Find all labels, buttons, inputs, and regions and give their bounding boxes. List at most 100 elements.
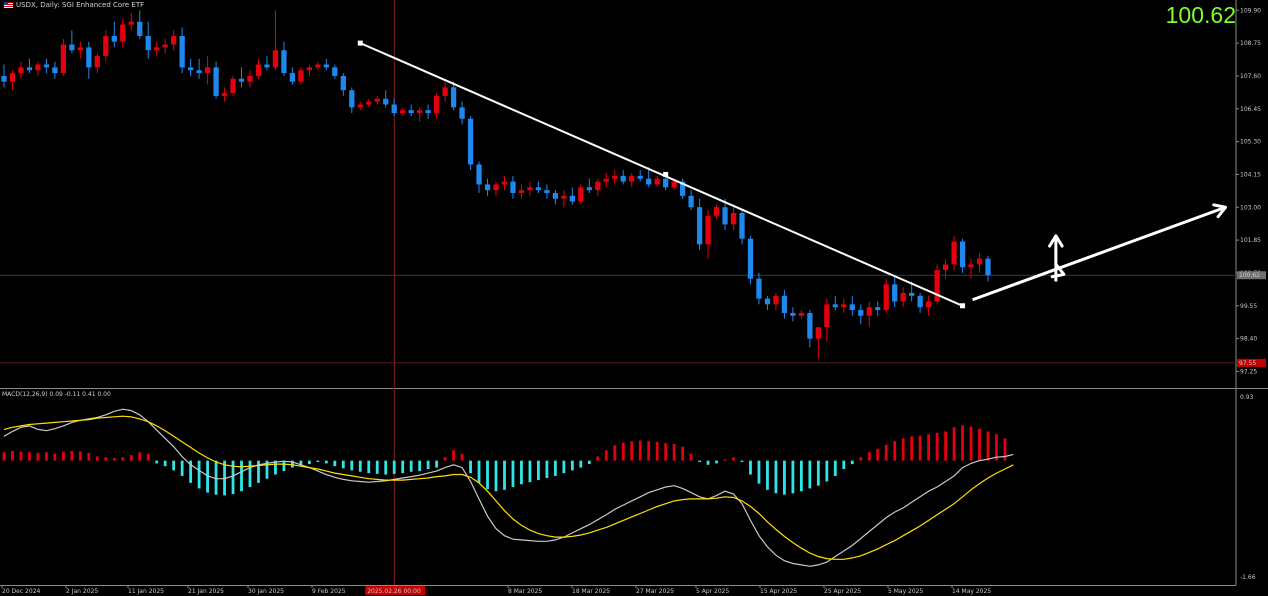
candle-body <box>578 187 584 202</box>
macd-histogram-bar <box>503 460 506 490</box>
candle <box>400 107 406 116</box>
candle <box>306 64 313 76</box>
candle-body <box>230 78 236 94</box>
candle-body <box>247 75 253 82</box>
candle-body <box>875 307 881 311</box>
macd-histogram-bar <box>28 452 31 461</box>
candle <box>654 175 660 188</box>
current-price-display: 100.62 <box>1165 2 1236 28</box>
candle-body <box>18 67 24 74</box>
candle <box>120 18 126 48</box>
candle <box>408 104 414 116</box>
trendline-annotations[interactable] <box>357 40 1228 309</box>
candle-body <box>654 178 660 185</box>
macd-histogram-bar <box>78 451 82 461</box>
candle <box>289 67 296 85</box>
price-tick-label: 103.00 <box>1240 204 1261 211</box>
candle <box>281 41 287 76</box>
candle-body <box>111 35 117 42</box>
candle <box>578 184 584 205</box>
candle-body <box>824 304 830 328</box>
candle <box>569 187 575 205</box>
macd-histogram-bar <box>87 452 91 461</box>
macd-histogram-bar <box>850 460 854 465</box>
macd-histogram-bar <box>647 441 651 461</box>
macd-histogram-bar <box>859 457 863 461</box>
candle <box>476 161 482 193</box>
macd-histogram-bar <box>740 460 744 463</box>
macd-histogram-bar <box>587 460 591 465</box>
candle <box>501 175 508 191</box>
candle <box>544 184 550 199</box>
macd-histogram-bar <box>961 425 964 461</box>
candle <box>730 204 737 231</box>
candle-body <box>264 64 270 68</box>
candle <box>128 13 134 31</box>
candle <box>366 98 372 108</box>
macd-tick-label: -1.66 <box>1240 574 1256 581</box>
chart-canvas[interactable]: 109.90 108.75 107.60 106.45 105.30 104.15 103.… <box>0 0 1268 596</box>
candle <box>332 64 338 79</box>
price-tick-label: 106.45 <box>1240 106 1261 113</box>
macd-histogram-bar <box>443 457 447 461</box>
candle <box>934 264 940 305</box>
candle <box>713 204 720 219</box>
candle <box>612 170 618 185</box>
price-tick-label: 109.90 <box>1240 7 1261 14</box>
macd-label: MACD(12,26,9) 0.09 -0.11 0.41 0.00 <box>2 391 111 398</box>
macd-histogram-bar <box>927 434 931 461</box>
candle-body <box>925 301 932 308</box>
macd-histogram-bar <box>350 460 354 471</box>
candle-body <box>35 64 41 71</box>
candle <box>696 198 703 251</box>
candle-body <box>323 64 329 68</box>
candle-body <box>671 181 677 188</box>
candle <box>832 295 838 311</box>
macd-histogram-bar <box>757 460 761 484</box>
macd-histogram-bar <box>825 460 829 482</box>
candle-body <box>620 175 626 182</box>
candle-body <box>603 178 609 182</box>
date-tick-label: 5 Apr 2025 <box>696 588 729 595</box>
candle <box>883 278 889 313</box>
macd-histogram-bar <box>816 460 820 486</box>
macd-histogram-bar <box>36 452 40 461</box>
price-tick-label: 107.60 <box>1240 73 1261 80</box>
macd-histogram-bar <box>655 441 659 461</box>
candle-body <box>69 44 75 51</box>
macd-histogram-bar <box>537 460 540 481</box>
price-tick-label: 98.40 <box>1240 336 1257 343</box>
candle-body <box>849 304 855 311</box>
candle <box>493 181 499 196</box>
macd-histogram-bar <box>460 453 464 461</box>
candle-body <box>815 327 821 339</box>
candle <box>247 70 253 88</box>
candle <box>535 181 542 193</box>
date-tick-label: 15 Apr 2025 <box>760 588 797 595</box>
macd-histogram-bar <box>604 450 608 461</box>
macd-histogram-bar <box>240 460 243 492</box>
candle <box>374 95 380 105</box>
macd-histogram-bar <box>494 460 498 492</box>
macd-histogram-bar <box>672 443 676 461</box>
candle-body <box>425 110 431 114</box>
candle-body <box>527 187 533 191</box>
candle-body <box>985 258 991 276</box>
candle <box>679 178 686 199</box>
candle <box>69 30 75 54</box>
candle-body <box>171 35 177 45</box>
candle-body <box>790 312 796 316</box>
candle-body <box>798 312 805 316</box>
candle <box>204 55 211 85</box>
candle <box>552 190 559 205</box>
candle-body <box>289 73 296 82</box>
candle-body <box>332 67 338 76</box>
candle-body <box>298 70 304 82</box>
candle-body <box>595 181 601 191</box>
date-tick-label: 30 Jan 2025 <box>248 588 284 595</box>
candle-body <box>900 292 906 302</box>
candle-body <box>688 195 694 208</box>
macd-histogram-bar <box>477 460 481 483</box>
candle-body <box>841 304 847 308</box>
candle <box>221 87 228 102</box>
